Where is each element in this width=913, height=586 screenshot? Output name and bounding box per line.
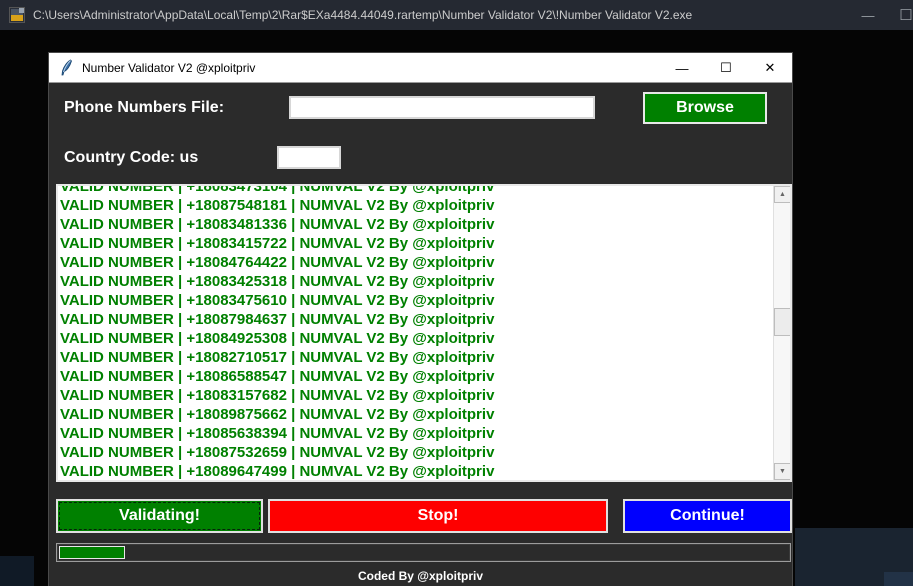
vertical-scrollbar[interactable]: ▲ ▼ xyxy=(773,186,790,480)
progress-bar-fill xyxy=(59,546,125,559)
validating-button[interactable]: Validating! xyxy=(56,499,263,533)
console-maximize-button[interactable]: ☐ xyxy=(889,0,913,30)
app-close-button[interactable]: ✕ xyxy=(748,53,792,83)
result-line[interactable]: VALID NUMBER | +18087548181 | NUMVAL V2 … xyxy=(60,196,771,215)
result-line[interactable]: VALID NUMBER | +18083475610 | NUMVAL V2 … xyxy=(60,291,771,310)
app-window: Number Validator V2 @xploitpriv — ☐ ✕ Ph… xyxy=(48,52,793,586)
background-window-region xyxy=(0,556,34,586)
background-window-region xyxy=(884,572,913,586)
result-line[interactable]: VALID NUMBER | +18083415722 | NUMVAL V2 … xyxy=(60,234,771,253)
result-line[interactable]: VALID NUMBER | +18083481336 | NUMVAL V2 … xyxy=(60,215,771,234)
result-line[interactable]: VALID NUMBER | +18089647499 | NUMVAL V2 … xyxy=(60,462,771,480)
app-body: Phone Numbers File: Browse Country Code:… xyxy=(49,83,792,586)
app-window-controls: — ☐ ✕ xyxy=(660,53,792,83)
phone-numbers-file-input[interactable] xyxy=(289,96,595,119)
scroll-up-arrow-icon[interactable]: ▲ xyxy=(774,186,790,203)
continue-button[interactable]: Continue! xyxy=(623,499,792,533)
console-app-icon-part xyxy=(11,15,23,21)
app-title: Number Validator V2 @xploitpriv xyxy=(82,60,256,75)
browse-button[interactable]: Browse xyxy=(643,92,767,124)
scrollbar-thumb[interactable] xyxy=(774,308,790,336)
progress-bar xyxy=(56,543,791,562)
console-minimize-button[interactable]: — xyxy=(851,0,885,30)
result-line[interactable]: VALID NUMBER | +18082710517 | NUMVAL V2 … xyxy=(60,348,771,367)
footer-credit: Coded By @xploitpriv xyxy=(357,569,484,583)
result-line[interactable]: VALID NUMBER | +18084925308 | NUMVAL V2 … xyxy=(60,329,771,348)
result-line[interactable]: VALID NUMBER | +18086588547 | NUMVAL V2 … xyxy=(60,367,771,386)
app-maximize-button[interactable]: ☐ xyxy=(704,53,748,83)
result-line[interactable]: VALID NUMBER | +18087984637 | NUMVAL V2 … xyxy=(60,310,771,329)
scroll-down-arrow-icon[interactable]: ▼ xyxy=(774,463,790,480)
result-line[interactable]: VALID NUMBER | +18083157682 | NUMVAL V2 … xyxy=(60,386,771,405)
console-app-icon-part xyxy=(19,8,24,13)
result-line[interactable]: VALID NUMBER | +18089875662 | NUMVAL V2 … xyxy=(60,405,771,424)
console-title-path: C:\Users\Administrator\AppData\Local\Tem… xyxy=(33,8,693,22)
python-tk-feather-icon xyxy=(61,59,72,75)
console-titlebar: C:\Users\Administrator\AppData\Local\Tem… xyxy=(0,0,913,30)
result-line[interactable]: VALID NUMBER | +18084764422 | NUMVAL V2 … xyxy=(60,253,771,272)
app-titlebar[interactable]: Number Validator V2 @xploitpriv — ☐ ✕ xyxy=(49,53,792,83)
country-code-input[interactable] xyxy=(277,146,341,169)
country-code-label: Country Code: us xyxy=(64,149,199,166)
result-line[interactable]: VALID NUMBER | +18083425318 | NUMVAL V2 … xyxy=(60,272,771,291)
results-listbox-content: VALID NUMBER | +18083473104 | NUMVAL V2 … xyxy=(60,186,771,480)
result-line[interactable]: VALID NUMBER | +18085638394 | NUMVAL V2 … xyxy=(60,424,771,443)
results-listbox[interactable]: VALID NUMBER | +18083473104 | NUMVAL V2 … xyxy=(56,184,792,482)
result-line[interactable]: VALID NUMBER | +18083473104 | NUMVAL V2 … xyxy=(60,186,771,196)
app-minimize-button[interactable]: — xyxy=(660,53,704,83)
result-line[interactable]: VALID NUMBER | +18087532659 | NUMVAL V2 … xyxy=(60,443,771,462)
phone-numbers-file-label: Phone Numbers File: xyxy=(64,99,225,116)
console-app-icon xyxy=(9,7,25,23)
stop-button[interactable]: Stop! xyxy=(268,499,608,533)
